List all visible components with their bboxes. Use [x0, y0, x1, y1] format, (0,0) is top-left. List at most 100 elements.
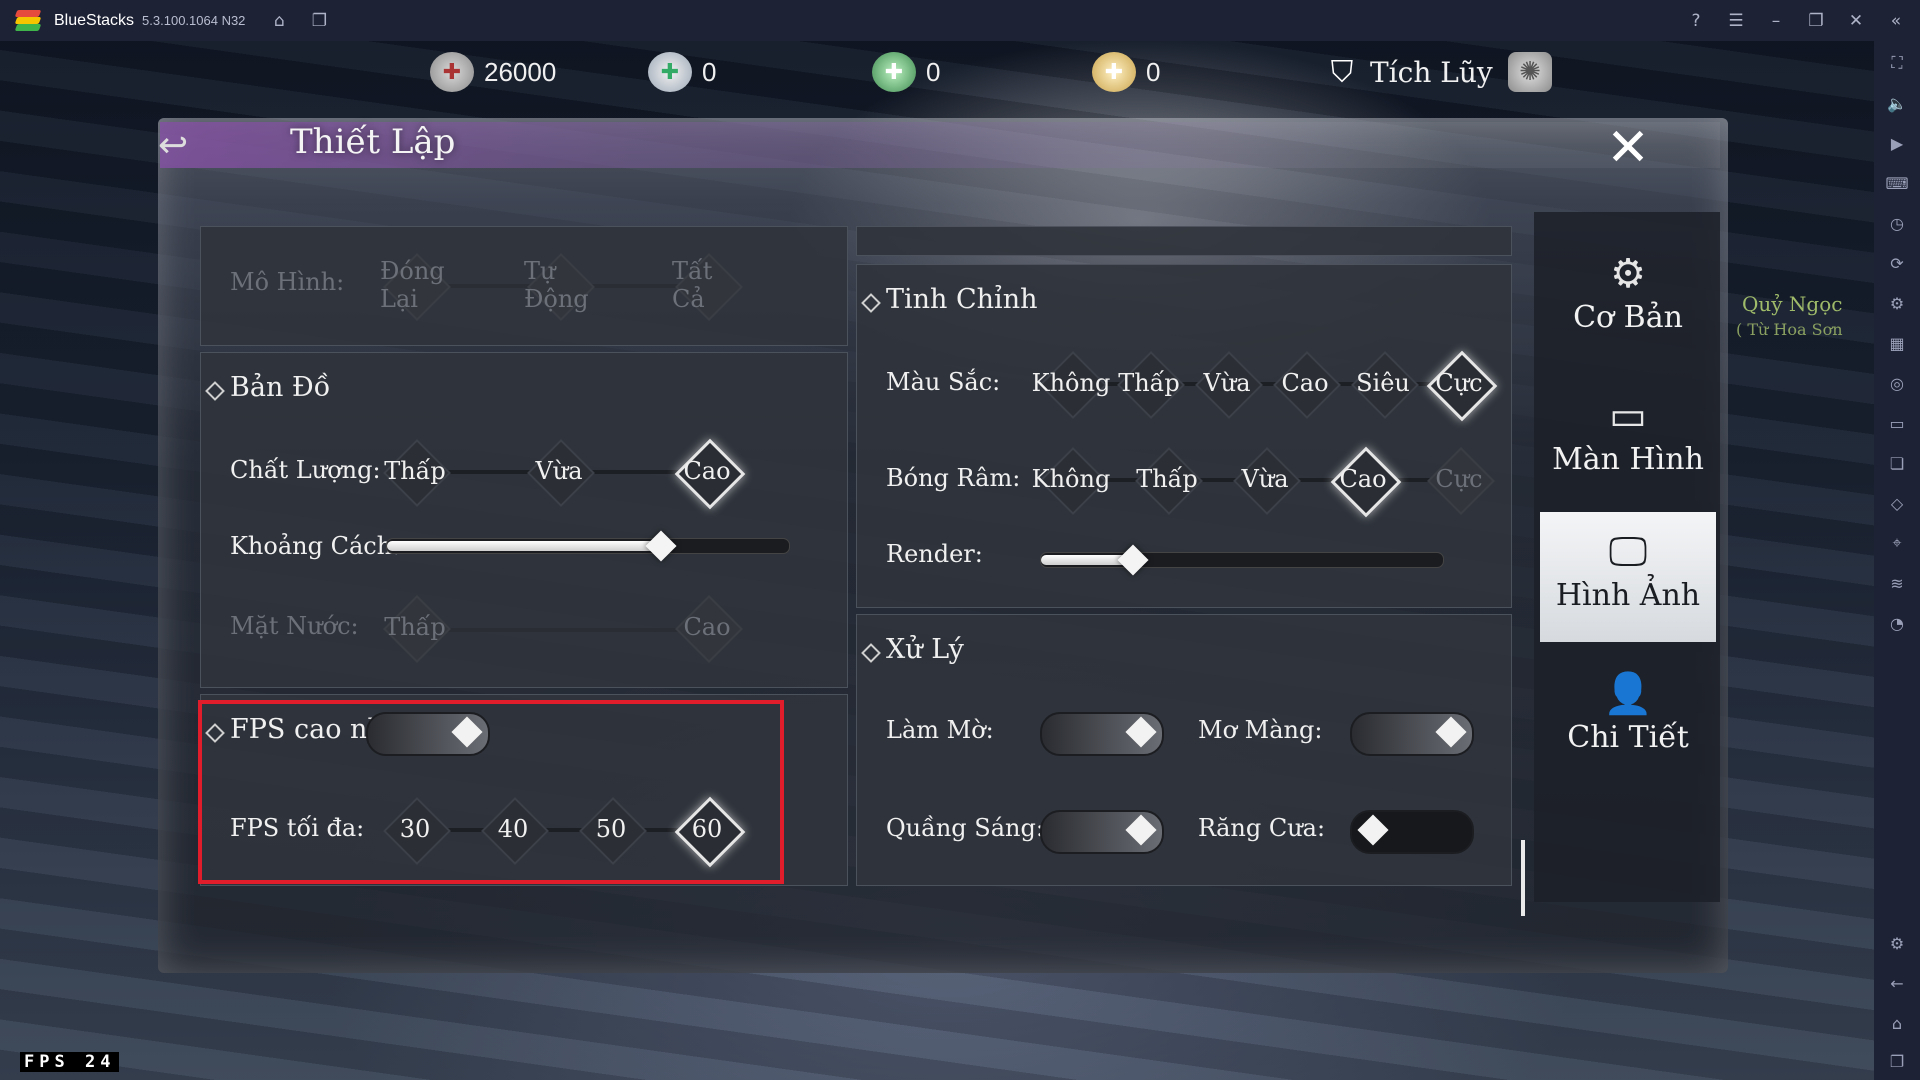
- home-nav-icon[interactable]: ⌂: [1885, 1011, 1909, 1035]
- water-option-high[interactable]: Cao: [672, 592, 742, 662]
- rotate-icon[interactable]: ⟳: [1885, 251, 1909, 275]
- minimize-icon[interactable]: –: [1766, 11, 1786, 31]
- gear-icon: ⚙: [1610, 251, 1646, 297]
- aa-label: Răng Cưa:: [1198, 814, 1326, 842]
- apk-icon[interactable]: ▦: [1885, 331, 1909, 355]
- gold-ingot-add-icon[interactable]: ✚: [1092, 52, 1136, 92]
- coin-icon[interactable]: ✚: [430, 52, 474, 92]
- recent-apps-icon[interactable]: ❐: [1885, 1049, 1909, 1073]
- accumulate-button[interactable]: ⛉ Tích Lũy: [1324, 52, 1493, 92]
- eraser-icon[interactable]: ◇: [1885, 491, 1909, 515]
- render-slider[interactable]: [1040, 552, 1444, 568]
- toggle-knob: [1125, 716, 1157, 748]
- right-sidebar: ⛶ 🔈 ▶ ⌨ ◷ ⟳ ⚙ ▦ ◎ ▭ ❏ ◇ ⌖ ≋ ◔ ⚙ ← ⌂ ❐: [1874, 41, 1920, 1080]
- location-icon[interactable]: ⌖: [1885, 531, 1909, 555]
- blur-label: Làm Mờ:: [886, 716, 994, 744]
- tab-detail-label: Chi Tiết: [1567, 720, 1689, 755]
- tab-screen[interactable]: ▭ Màn Hình: [1540, 390, 1716, 520]
- tab-image[interactable]: 🖵 Hình Ảnh: [1540, 512, 1716, 642]
- screen-icon: ▭: [1609, 393, 1647, 439]
- color-option-low[interactable]: Thấp: [1114, 348, 1184, 418]
- quality-option-medium[interactable]: Vừa: [524, 436, 594, 506]
- menu-icon[interactable]: ☰: [1726, 11, 1746, 31]
- folder-icon[interactable]: ▭: [1885, 411, 1909, 435]
- multi-instance-sidebar-icon[interactable]: ❏: [1885, 451, 1909, 475]
- jade-add-icon[interactable]: ✚: [872, 52, 916, 92]
- tab-basic[interactable]: ⚙ Cơ Bản: [1540, 248, 1716, 378]
- color-label: Màu Sắc:: [886, 368, 1001, 396]
- back-icon[interactable]: ←: [1885, 971, 1909, 995]
- home-icon[interactable]: ⌂: [269, 11, 289, 31]
- blur-toggle[interactable]: [1040, 712, 1164, 756]
- volume-icon[interactable]: 🔈: [1885, 91, 1909, 115]
- water-option-low[interactable]: Thấp: [380, 592, 450, 662]
- jade-value: 0: [926, 56, 941, 87]
- tab-image-label: Hình Ảnh: [1555, 578, 1701, 613]
- model-option-auto[interactable]: Tự Động: [524, 250, 594, 320]
- currency-gold-ingot: ✚ 0: [1092, 52, 1160, 92]
- restore-icon[interactable]: ❐: [1806, 11, 1826, 31]
- collapse-sidebar-icon[interactable]: «: [1886, 11, 1906, 31]
- monitor-image-icon: 🖵: [1608, 529, 1648, 575]
- currency-ingot: ✚ 0: [648, 52, 716, 92]
- bloom-toggle[interactable]: [1040, 810, 1164, 854]
- quality-option-high[interactable]: Cao: [672, 436, 742, 506]
- top-strip: [856, 226, 1512, 256]
- fps-highlight-box: [198, 700, 784, 884]
- color-option-none[interactable]: Không: [1032, 348, 1111, 418]
- help-icon[interactable]: ?: [1686, 11, 1706, 31]
- shadow-option-high[interactable]: Cao: [1328, 444, 1398, 514]
- keyboard-icon[interactable]: ⌨: [1885, 171, 1909, 195]
- multi-instance-icon[interactable]: ❐: [309, 11, 329, 31]
- haze-label: Mơ Màng:: [1198, 716, 1323, 744]
- haze-toggle[interactable]: [1350, 712, 1474, 756]
- fps-counter-label: FPS: [24, 1052, 70, 1072]
- game-controls-icon[interactable]: ⚙: [1885, 291, 1909, 315]
- bloom-label: Quầng Sáng:: [886, 814, 1044, 842]
- processing-title: Xử Lý: [886, 634, 964, 665]
- shadow-option-none[interactable]: Không: [1032, 444, 1111, 514]
- npc-name: Quỷ Ngọc: [1742, 292, 1843, 316]
- model-label: Mô Hình:: [230, 268, 345, 296]
- event-button[interactable]: ✺: [1508, 52, 1552, 92]
- eco-mode-icon[interactable]: ◔: [1885, 611, 1909, 635]
- npc-subtitle: ( Từ Hoa Sơn: [1736, 320, 1843, 339]
- title-bar: BlueStacks 5.3.100.1064 N32 ⌂ ❐ ? ☰ – ❐ …: [0, 0, 1920, 41]
- gold-ingot-value: 0: [1146, 56, 1161, 87]
- tab-detail[interactable]: 👤 Chi Tiết: [1540, 668, 1716, 798]
- quality-option-low[interactable]: Thấp: [380, 436, 450, 506]
- shadow-option-medium[interactable]: Vừa: [1230, 444, 1300, 514]
- accumulate-label: Tích Lũy: [1370, 55, 1493, 89]
- tuning-title: Tinh Chỉnh: [886, 284, 1038, 315]
- shadow-option-low[interactable]: Thấp: [1132, 444, 1202, 514]
- fullscreen-icon[interactable]: ⛶: [1885, 51, 1909, 75]
- macro-icon[interactable]: ◷: [1885, 211, 1909, 235]
- shadow-option-extreme[interactable]: Cực: [1424, 444, 1494, 514]
- color-option-medium[interactable]: Vừa: [1192, 348, 1262, 418]
- toggle-knob: [1357, 814, 1389, 846]
- back-arrow-icon[interactable]: ↩: [158, 128, 202, 164]
- close-panel-button[interactable]: ✕: [1604, 122, 1652, 174]
- settings-icon[interactable]: ⚙: [1885, 931, 1909, 955]
- color-option-high[interactable]: Cao: [1270, 348, 1340, 418]
- currency-coins: ✚ 26000: [430, 52, 556, 92]
- color-option-extreme[interactable]: Cực: [1424, 348, 1494, 418]
- app-version: 5.3.100.1064 N32: [142, 13, 246, 28]
- layers-icon[interactable]: ≋: [1885, 571, 1909, 595]
- close-window-icon[interactable]: ✕: [1846, 11, 1866, 31]
- user-settings-icon: 👤: [1603, 671, 1653, 717]
- tab-basic-label: Cơ Bản: [1573, 300, 1683, 335]
- window-controls: ? ☰ – ❐ ✕ «: [1686, 0, 1906, 41]
- distance-slider[interactable]: [386, 538, 790, 554]
- render-label: Render:: [886, 540, 983, 568]
- screenshot-icon[interactable]: ◎: [1885, 371, 1909, 395]
- aa-toggle[interactable]: [1350, 810, 1474, 854]
- scrollbar[interactable]: [1521, 840, 1525, 916]
- color-option-super[interactable]: Siêu: [1348, 348, 1418, 418]
- media-icon[interactable]: ▶: [1885, 131, 1909, 155]
- distance-fill: [387, 541, 662, 551]
- model-option-off[interactable]: Đóng Lại: [380, 250, 450, 320]
- ingot-add-icon[interactable]: ✚: [648, 52, 692, 92]
- bluestacks-logo-icon: [14, 9, 44, 33]
- model-option-all[interactable]: Tất Cả: [672, 250, 742, 320]
